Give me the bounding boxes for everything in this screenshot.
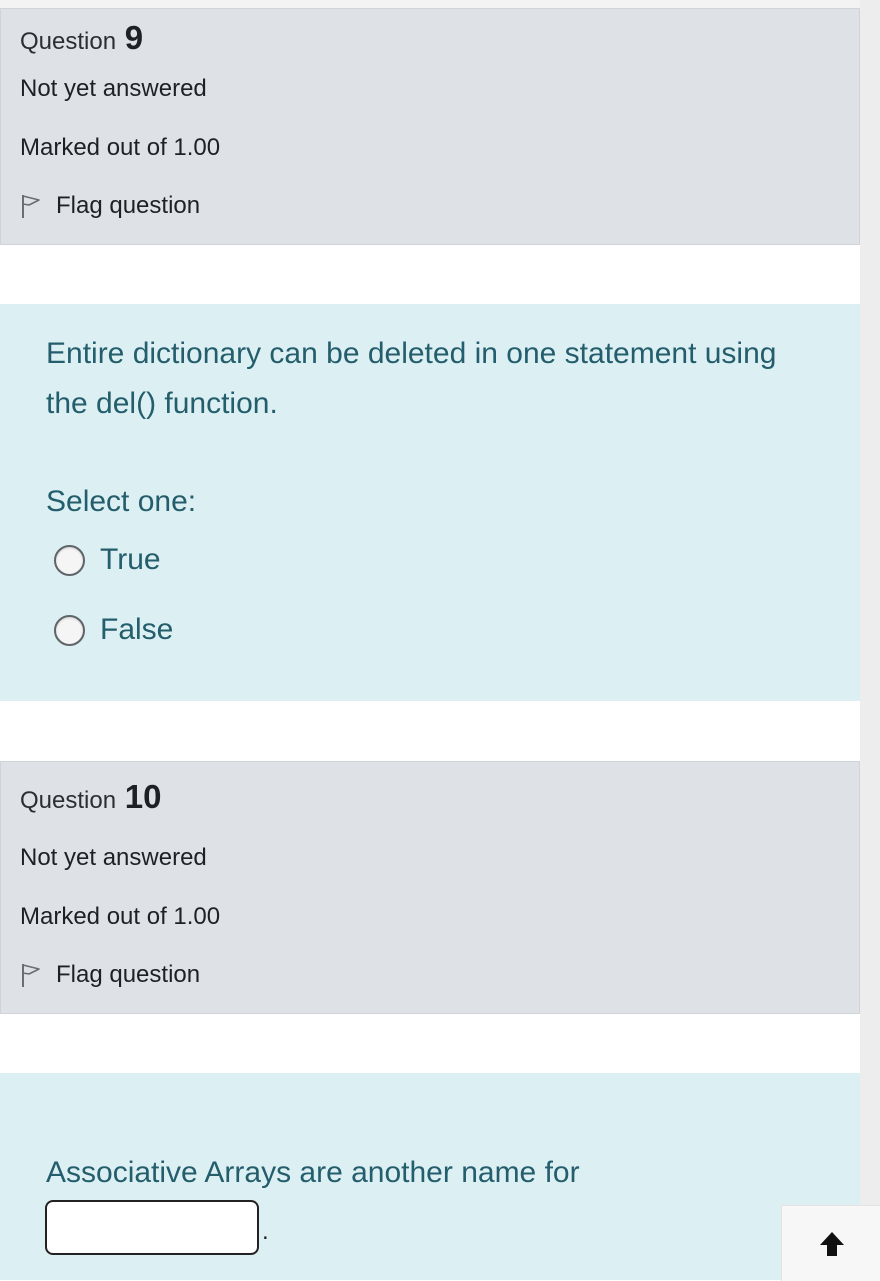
flag-outline-icon xyxy=(22,195,40,218)
arrow-up-icon xyxy=(819,1231,844,1256)
select-one-prompt: Select one: xyxy=(46,485,197,518)
page-scrollbar[interactable] xyxy=(860,0,880,1280)
radio-false[interactable] xyxy=(54,614,85,646)
question-state: Not yet answered xyxy=(20,75,207,102)
question-10-info-panel: Question 10 Not yet answered Marked out … xyxy=(0,761,860,1014)
question-label: Question xyxy=(20,787,117,814)
question-label: Question xyxy=(20,28,117,55)
flag-question-link[interactable]: Flag question xyxy=(20,961,200,989)
top-edge xyxy=(0,0,860,8)
flag-outline-icon xyxy=(22,964,40,987)
question-9-content-panel: Entire dictionary can be deleted in one … xyxy=(0,304,860,701)
option-true-label: True xyxy=(100,543,161,576)
question-text: Entire dictionary can be deleted in one … xyxy=(46,337,777,420)
answer-input[interactable] xyxy=(45,1200,259,1255)
flag-question-label: Flag question xyxy=(56,961,201,988)
radio-true[interactable] xyxy=(54,544,85,576)
question-grade: Marked out of 1.00 xyxy=(20,134,221,161)
question-number: 9 xyxy=(124,19,144,56)
option-false-label: False xyxy=(100,613,174,646)
back-to-top-button[interactable] xyxy=(781,1205,880,1281)
question-number: 10 xyxy=(124,778,162,815)
question-text: Associative Arrays are another name for xyxy=(46,1156,580,1189)
question-number-heading: Question 9 xyxy=(20,19,143,57)
option-false[interactable]: False xyxy=(54,613,173,647)
question-number-heading: Question 10 xyxy=(20,778,161,816)
question-9-info-panel: Question 9 Not yet answered Marked out o… xyxy=(0,8,860,245)
question-state: Not yet answered xyxy=(20,844,207,871)
option-true[interactable]: True xyxy=(54,543,161,577)
question-grade: Marked out of 1.00 xyxy=(20,903,221,930)
flag-question-link[interactable]: Flag question xyxy=(20,192,200,220)
answer-trailing-period: . xyxy=(262,1218,269,1245)
flag-question-label: Flag question xyxy=(56,192,201,219)
